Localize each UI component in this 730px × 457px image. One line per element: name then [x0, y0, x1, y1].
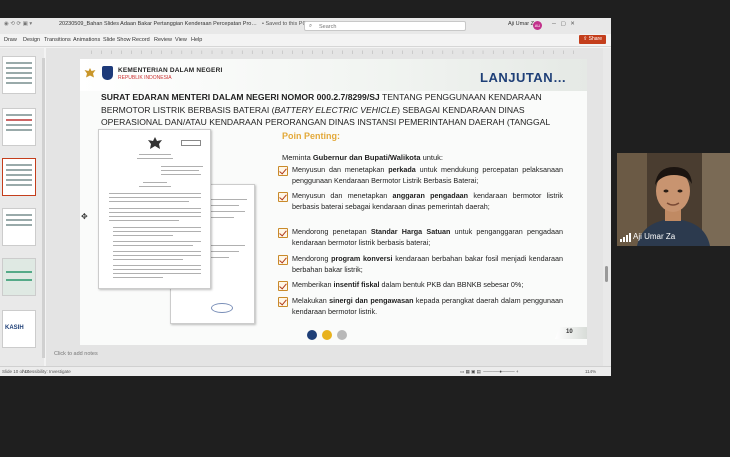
window-controls[interactable]: ─ ▢ ✕ [552, 21, 575, 27]
avatar[interactable]: AU [533, 21, 542, 30]
tab-design[interactable]: Design [23, 37, 40, 43]
point-item: Mendorong penetapan Standar Harga Satuan… [278, 227, 563, 248]
organization-name: KEMENTERIAN DALAM NEGERI [118, 67, 223, 74]
thumbnail[interactable] [2, 258, 36, 296]
tab-transitions[interactable]: Transitions [44, 37, 71, 43]
garuda-emblem-icon [148, 137, 162, 149]
ribbon-divider [0, 46, 611, 47]
accessibility-status[interactable]: Accessibility: Investigate [22, 369, 71, 374]
document-image-page-1 [98, 129, 211, 289]
decorative-dot [337, 330, 347, 340]
thumbnail-active[interactable] [2, 158, 36, 196]
decorative-dot [322, 330, 332, 340]
thumbnail[interactable] [2, 56, 36, 94]
garuda-emblem-icon [84, 68, 96, 78]
thumbnail-scrollbar[interactable] [42, 58, 45, 358]
point-item: Mendorong program konversi kendaraan ber… [278, 254, 563, 275]
checkbox-check-icon [278, 228, 288, 238]
thumbnail[interactable] [2, 208, 36, 246]
ruler: ||||||||||||||||||||||||||||||||||||||||… [91, 49, 581, 54]
title-bar: ◉ ⟲ ⟳ ▣ ▾ 20230509_Bahan Slides Adaan Ba… [0, 18, 611, 34]
page-number: 10 [566, 329, 573, 335]
vertical-scrollbar[interactable] [603, 48, 611, 366]
point-item: Menyusun dan menetapkan perkada untuk me… [278, 165, 563, 186]
signal-icon [620, 233, 632, 242]
mouse-cursor-icon: ✥ [81, 212, 88, 221]
points-intro: Meminta Gubernur dan Bupati/Walikota unt… [282, 153, 444, 162]
slide-thumbnails[interactable]: KASIH [0, 48, 44, 366]
checkbox-check-icon [278, 297, 288, 307]
section-label: LANJUTAN… [480, 70, 567, 85]
checkbox-check-icon [278, 281, 288, 291]
point-item: Memberikan insentif fiskal dalam bentuk … [278, 280, 563, 291]
thumbnail[interactable] [2, 108, 36, 146]
share-button[interactable]: ⇪ Share [579, 35, 606, 44]
search-box[interactable]: ⌕ Search [304, 21, 466, 31]
tab-review[interactable]: Review [154, 37, 172, 43]
participant-name: Aji Umar Za [633, 232, 676, 241]
decorative-dot [307, 330, 317, 340]
slide: KEMENTERIAN DALAM NEGERI REPUBLIK INDONE… [80, 59, 587, 345]
point-item: Menyusun dan menetapkan anggaran pengada… [278, 191, 563, 212]
view-buttons[interactable]: ▭ ▦ ▣ ▤ ─────●──── + [460, 369, 519, 375]
tab-animations[interactable]: Animations [73, 37, 100, 43]
organization-subtitle: REPUBLIK INDONESIA [118, 75, 172, 81]
document-title: 20230509_Bahan Slides Adaan Bakar Pertan… [59, 21, 259, 27]
ribbon-tabs: Draw Design Transitions Animations Slide… [0, 35, 611, 46]
thumbnail[interactable]: KASIH [2, 310, 36, 348]
point-item: Melakukan sinergi dan pengawasan kepada … [278, 296, 563, 317]
tab-help[interactable]: Help [191, 37, 202, 43]
search-input[interactable]: Search [319, 24, 336, 30]
status-bar: Slide 10 of 15 Accessibility: Investigat… [0, 366, 611, 376]
notes-placeholder[interactable]: Click to add notes [54, 351, 98, 357]
tab-draw[interactable]: Draw [4, 37, 17, 43]
tab-record[interactable]: Record [132, 37, 150, 43]
checkbox-check-icon [278, 255, 288, 265]
checkbox-check-icon [278, 192, 288, 202]
search-icon: ⌕ [309, 23, 313, 29]
points-heading: Poin Penting: [282, 131, 340, 141]
quick-access-icons[interactable]: ◉ ⟲ ⟳ ▣ ▾ [4, 21, 32, 27]
tab-view[interactable]: View [175, 37, 187, 43]
zoom-level[interactable]: 114% [585, 369, 596, 374]
checkbox-check-icon [278, 166, 288, 176]
tab-slide-show[interactable]: Slide Show [103, 37, 131, 43]
kemendagri-logo-icon [102, 66, 113, 80]
